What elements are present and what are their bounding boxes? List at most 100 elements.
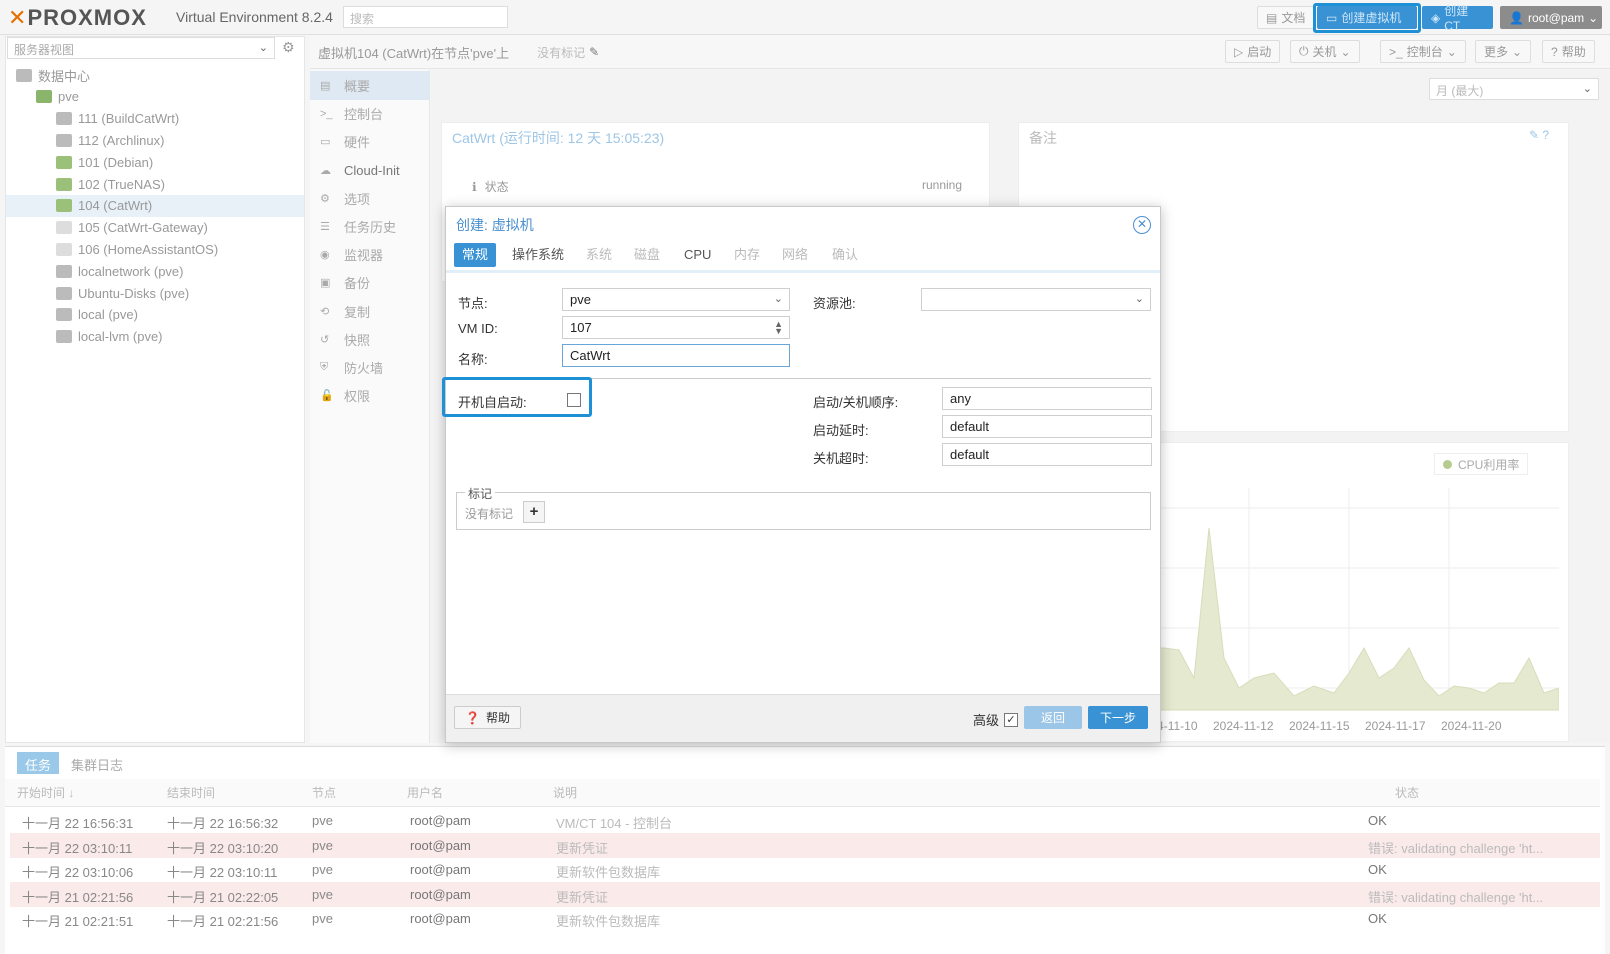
col-desc[interactable]: 说明: [553, 784, 577, 801]
tab-cluster-log[interactable]: 集群日志: [71, 755, 123, 774]
cell-end: 十一月 22 03:10:11: [167, 865, 278, 880]
cpu-legend[interactable]: CPU利用率: [1434, 453, 1529, 475]
table-row[interactable]: 十一月 21 02:21:51 十一月 21 02:21:56 pve root@pa…: [10, 906, 1600, 931]
tree-item-label: 102 (TrueNAS): [78, 176, 165, 192]
tree-item[interactable]: local (pve): [6, 304, 304, 326]
tree-item[interactable]: 112 (Archlinux): [6, 129, 304, 151]
cell-node: pve: [312, 911, 333, 926]
next-button[interactable]: 下一步: [1088, 706, 1148, 729]
timeout-field[interactable]: default: [942, 443, 1152, 466]
user-menu-button[interactable]: 👤 root@pam ⌄: [1500, 6, 1602, 29]
legend-dot-icon: [1443, 459, 1452, 469]
tab-0[interactable]: 常规: [454, 243, 497, 267]
vmid-field[interactable]: 107 ▲ ▼: [562, 316, 790, 339]
tree-item[interactable]: 102 (TrueNAS): [6, 173, 304, 195]
task-table-header: 开始时间 ↓ 结束时间 节点 用户名 说明 状态: [5, 779, 1600, 807]
datacenter-icon: [16, 68, 32, 82]
order-field[interactable]: any: [942, 387, 1152, 410]
tree-item[interactable]: 106 (HomeAssistantOS): [6, 238, 304, 260]
vm-running-icon: [56, 155, 72, 169]
help-button[interactable]: ❓ 帮助: [454, 706, 521, 729]
timeframe-select[interactable]: 月 (最大) ⌄: [1429, 78, 1599, 100]
nav-item[interactable]: ↺ 快照: [310, 325, 430, 354]
table-row[interactable]: 十一月 22 03:10:11 十一月 22 03:10:20 pve root@pa…: [10, 832, 1600, 858]
delay-field[interactable]: default: [942, 415, 1152, 438]
cube-icon: ◈: [1431, 10, 1441, 25]
tree-item[interactable]: 数据中心: [6, 64, 304, 86]
nav-item[interactable]: ⟲ 复制: [310, 297, 430, 326]
tab-2[interactable]: 系统: [578, 243, 620, 267]
advanced-toggle[interactable]: 高级 ✓: [973, 710, 1019, 729]
node-select[interactable]: pve ⌄: [562, 288, 790, 311]
check-icon[interactable]: ✓: [1004, 712, 1019, 727]
nav-item-label: Cloud-Init: [344, 162, 400, 178]
col-user[interactable]: 用户名: [407, 784, 443, 801]
docs-button[interactable]: ▤ 文档: [1257, 6, 1315, 29]
nav-item[interactable]: ◉ 监视器: [310, 240, 430, 269]
tab-5[interactable]: 内存: [726, 243, 768, 267]
tab-7[interactable]: 确认: [824, 243, 866, 267]
shield-icon: ⛨: [320, 361, 329, 373]
search-input[interactable]: 搜索: [343, 6, 508, 28]
tree-item-label: 106 (HomeAssistantOS): [78, 241, 219, 257]
col-end[interactable]: 结束时间: [167, 784, 215, 801]
table-row[interactable]: 十一月 22 03:10:06 十一月 22 03:10:11 pve root@pa…: [10, 857, 1600, 882]
cell-desc: VM/CT 104 - 控制台: [556, 816, 673, 831]
nav-item[interactable]: >_ 控制台: [310, 99, 430, 128]
name-label: 名称:: [458, 352, 488, 367]
gear-icon[interactable]: ⚙: [282, 39, 295, 56]
close-icon[interactable]: ✕: [1133, 216, 1151, 234]
name-field[interactable]: CatWrt: [562, 344, 790, 367]
nav-item[interactable]: ▣ 备份: [310, 268, 430, 297]
cpu-area: [1149, 527, 1559, 711]
tree-item[interactable]: localnetwork (pve): [6, 260, 304, 282]
tree-item[interactable]: pve: [6, 86, 304, 108]
monitor-icon: ▭: [1326, 10, 1338, 25]
help-button[interactable]: ? 帮助: [1542, 40, 1595, 63]
shutdown-button[interactable]: ⏻ 关机 ⌄: [1290, 40, 1360, 63]
table-row[interactable]: 十一月 22 16:56:31 十一月 22 16:56:32 pve root@pa…: [10, 808, 1600, 833]
table-row[interactable]: 十一月 21 02:21:56 十一月 21 02:22:05 pve root@pa…: [10, 881, 1600, 907]
nav-item[interactable]: ▤ 概要: [310, 71, 430, 100]
tab-6[interactable]: 网络: [774, 243, 816, 267]
container-icon: [56, 133, 72, 147]
edit-icon[interactable]: ✎ ?: [1529, 128, 1549, 142]
tab-4[interactable]: CPU: [676, 243, 719, 267]
create-vm-button[interactable]: ▭ 创建虚拟机: [1317, 6, 1417, 29]
cell-end: 十一月 21 02:22:05: [167, 889, 279, 905]
nav-item[interactable]: ⚙ 选项: [310, 184, 430, 213]
spinner-icon[interactable]: ▲ ▼: [774, 320, 783, 336]
tree-item[interactable]: 101 (Debian): [6, 151, 304, 173]
cell-end: 十一月 22 03:10:20: [167, 840, 279, 856]
cell-status: 错误: validating challenge 'ht...: [1368, 840, 1544, 856]
tab-3[interactable]: 磁盘: [626, 243, 668, 267]
tab-1[interactable]: 操作系统: [504, 243, 572, 267]
hardware-icon: ▭: [320, 136, 331, 149]
nav-item[interactable]: 🔓 权限: [310, 381, 430, 410]
nav-item[interactable]: ☰ 任务历史: [310, 212, 430, 241]
tree-item[interactable]: 105 (CatWrt-Gateway): [6, 217, 304, 239]
tree-item[interactable]: 104 (CatWrt): [6, 194, 304, 217]
autostart-checkbox[interactable]: [567, 393, 581, 407]
cell-user: root@pam: [410, 911, 471, 926]
nav-item[interactable]: ▭ 硬件: [310, 127, 430, 156]
nav-item[interactable]: ☁ Cloud-Init: [310, 156, 430, 185]
cell-desc: 更新软件包数据库: [556, 865, 661, 880]
add-tag-button[interactable]: +: [523, 501, 545, 523]
start-button[interactable]: ▷ 启动: [1225, 40, 1281, 63]
pencil-icon[interactable]: ✎: [589, 45, 599, 59]
create-ct-button[interactable]: ◈ 创建CT: [1422, 4, 1493, 33]
tree-item[interactable]: local-lvm (pve): [6, 326, 304, 348]
console-button[interactable]: >_ 控制台 ⌄: [1380, 40, 1466, 63]
tab-tasks[interactable]: 任务: [17, 752, 60, 774]
tree-item[interactable]: 111 (BuildCatWrt): [6, 108, 304, 130]
view-selector[interactable]: 服务器视图 ⌄: [7, 37, 275, 59]
col-node[interactable]: 节点: [312, 784, 336, 801]
tree-item[interactable]: Ubuntu-Disks (pve): [6, 282, 304, 304]
back-button[interactable]: 返回: [1024, 706, 1082, 729]
nav-item[interactable]: ⛨ 防火墙: [310, 353, 430, 382]
col-start[interactable]: 开始时间 ↓: [17, 784, 74, 801]
pool-select[interactable]: ⌄: [921, 288, 1151, 311]
col-status[interactable]: 状态: [1395, 784, 1419, 801]
more-button[interactable]: 更多 ⌄: [1475, 40, 1532, 63]
